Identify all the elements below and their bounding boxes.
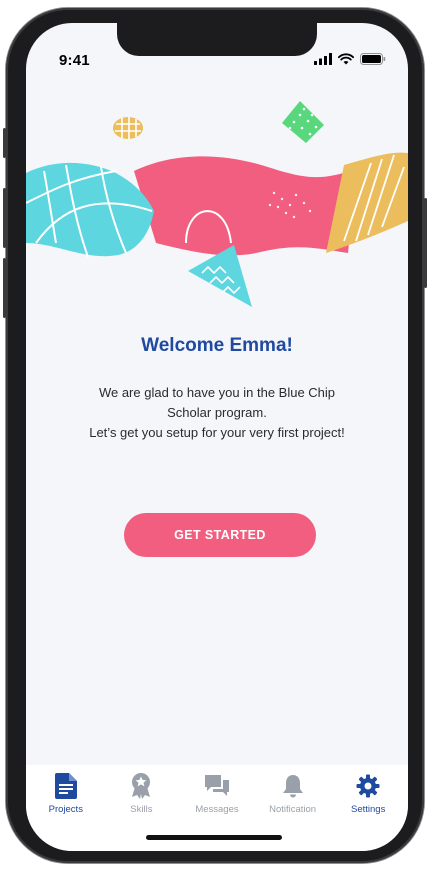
welcome-title: Welcome Emma! (141, 335, 293, 356)
tab-projects[interactable]: Projects (28, 765, 104, 851)
pink-wave-shape (134, 156, 356, 256)
yellow-wave-shape (326, 152, 408, 253)
status-icons (314, 53, 386, 65)
green-diamond-shape (282, 101, 324, 143)
tab-label: Messages (195, 804, 239, 815)
welcome-line: We are glad to have you in the Blue Chip (98, 385, 336, 400)
chat-icon (204, 773, 230, 799)
welcome-line: Let’s get you setup for your very first … (89, 425, 345, 440)
award-icon (128, 773, 154, 799)
gear-icon (355, 773, 381, 799)
welcome-message: We are glad to have you in the Blue Chip… (56, 383, 378, 443)
phone-frame: 9:41 Welcome Emma! We are glad to have y… (3, 8, 427, 863)
yellow-bun-shape (113, 117, 143, 139)
get-started-button[interactable]: GET STARTED (124, 513, 316, 557)
app-screen: 9:41 Welcome Emma! We are glad to have y… (26, 23, 408, 851)
tab-label: Projects (48, 804, 83, 815)
document-icon (53, 773, 79, 799)
power-button (424, 198, 427, 288)
volume-down-button (3, 258, 6, 318)
tab-label: Settings (351, 804, 386, 815)
hero-illustration (26, 101, 408, 307)
mute-switch (3, 128, 6, 158)
tab-label: Notification (269, 804, 317, 815)
battery-icon (360, 53, 386, 65)
bell-icon (280, 773, 306, 799)
notch (117, 23, 317, 56)
volume-up-button (3, 188, 6, 248)
welcome-line: Scholar program. (167, 405, 267, 420)
home-indicator[interactable] (146, 835, 282, 840)
wifi-icon (338, 53, 354, 65)
tab-label: Skills (130, 804, 153, 815)
status-time: 9:41 (59, 52, 90, 69)
cellular-signal-icon (314, 53, 332, 65)
tab-settings[interactable]: Settings (330, 765, 406, 851)
